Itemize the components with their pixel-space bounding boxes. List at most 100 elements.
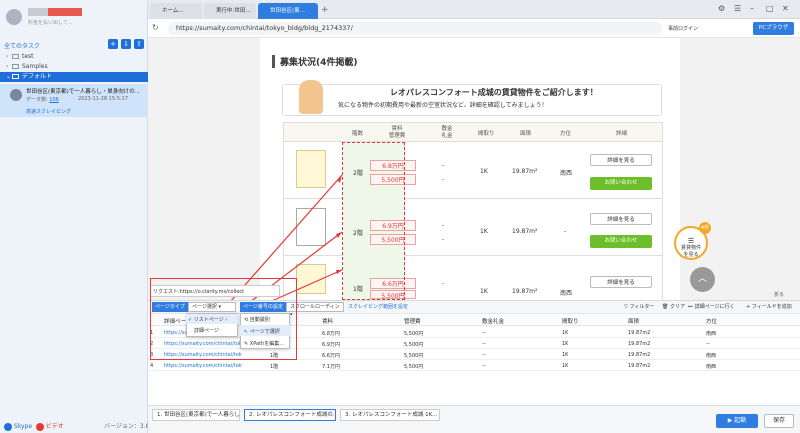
detail-button[interactable]: 詳細を見る xyxy=(590,213,652,225)
row-area: 19.87m2 xyxy=(628,330,651,336)
tree-label: Samples xyxy=(22,63,48,70)
row-rent: 6.6万円 xyxy=(322,353,340,359)
step-tab-1[interactable]: 1. 世田谷区(東京都)で一人暮らし... xyxy=(152,409,240,421)
tree-item-default[interactable]: ⌄ デフォルト xyxy=(0,72,148,82)
th-rent: 賃料 管理費 xyxy=(388,126,406,139)
save-button[interactable]: 保存 xyxy=(764,414,794,428)
row-url[interactable]: https://sumaity.com/chintai/toky xyxy=(164,363,242,369)
fold-button[interactable]: 折る xyxy=(774,291,784,298)
tab-running[interactable]: 実行中:世田... xyxy=(204,3,256,19)
skype-link[interactable]: Skype ビデオ xyxy=(4,421,64,431)
th-layout: 間取り xyxy=(478,131,495,137)
mascot-icon xyxy=(299,80,323,114)
th-direction: 方位 xyxy=(560,131,572,137)
scrape-range-link[interactable]: スクレイピング範囲を設定 xyxy=(348,303,408,310)
pre-login-link[interactable]: 事前ログイン xyxy=(668,25,698,32)
listing-row xyxy=(283,142,663,199)
area-value: 19.87m² xyxy=(512,168,538,175)
row-layout: 1K xyxy=(562,341,569,347)
floorplan-image[interactable] xyxy=(296,150,326,188)
user-badge-blurred xyxy=(48,8,82,16)
listing-count-badge: 4件 xyxy=(699,222,711,234)
key-money-value: - xyxy=(442,236,445,243)
user-subtitle: 料金を払い出して... xyxy=(28,20,73,26)
pc-browser-button[interactable]: PCブラウザ xyxy=(753,22,794,35)
filter-icon: ▽ xyxy=(624,304,628,310)
row-area: 19.87m2 xyxy=(628,363,651,369)
goto-detail-button[interactable]: ⊷ 詳細ページに行く xyxy=(688,303,735,310)
grid-col-deposit[interactable]: 敷金礼金 xyxy=(482,317,504,325)
url-input[interactable]: https://sumaity.com/chintai/tokyo_bldg/b… xyxy=(168,22,662,35)
th-area: 面積 xyxy=(520,131,532,137)
all-tasks-label[interactable]: 全てのタスク xyxy=(4,41,40,50)
layout-value: 1K xyxy=(480,228,488,235)
row-direction: 南西 xyxy=(706,353,717,359)
tree-item-test[interactable]: › test xyxy=(0,52,148,62)
robot-icon xyxy=(10,89,22,101)
grid-col-direction[interactable]: 方位 xyxy=(706,317,717,325)
grid-col-area[interactable]: 面積 xyxy=(628,317,639,325)
tree-label: test xyxy=(22,53,34,60)
inquiry-button[interactable]: お問い合わせ xyxy=(590,235,652,248)
tree-label: デフォルト xyxy=(22,73,53,80)
link-icon: ⊷ xyxy=(688,304,693,310)
plus-icon: + xyxy=(746,304,751,310)
floorplan-image[interactable] xyxy=(296,264,326,294)
folder-icon xyxy=(12,64,19,69)
task-count: データ数: 106 xyxy=(26,97,59,103)
step-tab-3[interactable]: 3. レオパレスコンフォート成城 1K... xyxy=(340,409,440,421)
minimize-icon[interactable]: – xyxy=(750,4,754,13)
selection-highlight xyxy=(342,142,405,300)
row-layout: 1K xyxy=(562,352,569,358)
step-tab-2[interactable]: 2. レオパレスコンフォート成城の... xyxy=(244,409,336,421)
tab-home[interactable]: ホーム... xyxy=(150,3,202,19)
grid-col-rent[interactable]: 賃料 xyxy=(322,317,333,325)
th-detail: 詳細 xyxy=(616,131,628,137)
grid-col-fee[interactable]: 管理費 xyxy=(404,317,421,325)
filter-button[interactable]: ▽ フィルター xyxy=(624,303,654,310)
task-date: 2023-11-28 15:5:17 xyxy=(78,96,128,102)
row-layout: 1K xyxy=(562,363,569,369)
user-avatar[interactable] xyxy=(6,9,22,25)
tree-item-samples[interactable]: › Samples xyxy=(0,62,148,72)
floorplan-image[interactable] xyxy=(296,208,326,246)
menu-icon[interactable]: ☰ xyxy=(734,4,741,13)
clear-button[interactable]: 🗑 クリア xyxy=(662,303,685,310)
layout-value: 1K xyxy=(480,168,488,175)
settings-icon[interactable]: ⚙ xyxy=(718,4,725,13)
area-value: 19.87m² xyxy=(512,288,538,295)
row-deposit: -- xyxy=(482,352,486,358)
export-button[interactable]: ⇧ xyxy=(134,39,144,49)
row-area: 19.87m2 xyxy=(628,352,651,358)
row-layout: 1K xyxy=(562,330,569,336)
row-fee: 5,500円 xyxy=(404,364,424,370)
cloud-scrape-link[interactable]: 高速スクレイピング xyxy=(26,108,71,115)
scroll-top-button[interactable]: ︿ xyxy=(690,267,715,292)
row-index: 4 xyxy=(150,363,154,369)
row-fee: 5,500円 xyxy=(404,353,424,359)
area-value: 19.87m² xyxy=(512,228,538,235)
detail-button[interactable]: 詳細を見る xyxy=(590,276,652,288)
maximize-icon[interactable]: □ xyxy=(766,4,774,13)
start-button[interactable]: ▶ 起動 xyxy=(716,414,758,428)
table-row[interactable] xyxy=(148,360,800,371)
listing-table-header xyxy=(283,122,663,142)
detail-button[interactable]: 詳細を見る xyxy=(590,154,652,166)
import-button[interactable]: ⇩ xyxy=(121,39,131,49)
row-rent: 7.1万円 xyxy=(322,364,340,370)
th-deposit: 敷金 礼金 xyxy=(441,126,453,139)
new-tab-button[interactable]: + xyxy=(321,5,329,15)
row-deposit: -- xyxy=(482,330,486,336)
tab-current[interactable]: 世田谷区(東... xyxy=(258,3,318,19)
grid-col-layout[interactable]: 間取り xyxy=(562,317,579,325)
list-icon: ☰ xyxy=(687,237,695,245)
play-icon: ▶ xyxy=(727,417,733,424)
reload-icon[interactable]: ↻ xyxy=(152,23,159,32)
inquiry-button[interactable]: お問い合わせ xyxy=(590,177,652,190)
new-task-button[interactable]: + xyxy=(108,39,118,49)
deposit-value: - xyxy=(442,162,445,169)
row-rent: 6.9万円 xyxy=(322,342,340,348)
close-icon[interactable]: ✕ xyxy=(782,4,789,13)
add-field-button[interactable]: + フィールドを追加 xyxy=(746,303,792,310)
direction-value: 南西 xyxy=(560,170,573,177)
